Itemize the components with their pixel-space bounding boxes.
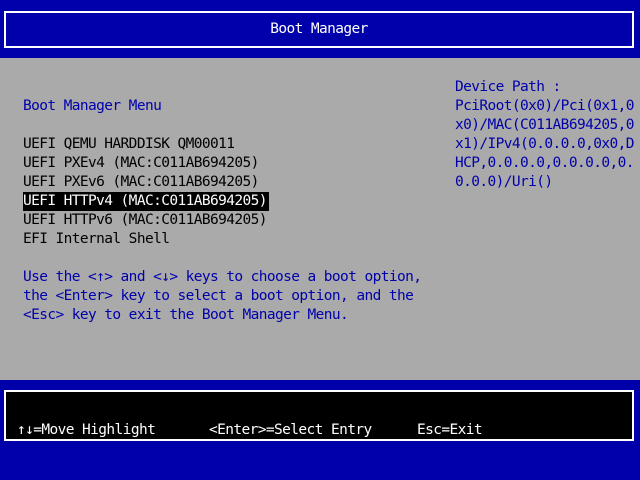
footer-move-hint: ↑↓=Move Highlight (17, 422, 156, 438)
page-title: Boot Manager (270, 21, 368, 37)
footer-select-hint: <Enter>=Select Entry (209, 422, 372, 438)
device-path-line-3: x1)/IPv4(0.0.0.0,0x0,D (455, 136, 634, 152)
boot-option-httpv6[interactable]: UEFI HTTPv6 (MAC:C011AB694205) (23, 211, 269, 230)
boot-option-efi-shell[interactable]: EFI Internal Shell (23, 230, 171, 249)
device-path-label: Device Path : (455, 79, 561, 95)
help-text-line-3: <Esc> key to exit the Boot Manager Menu. (23, 307, 349, 323)
boot-option-httpv4[interactable]: UEFI HTTPv4 (MAC:C011AB694205) (23, 192, 269, 211)
help-text-line-1: Use the <↑> and <↓> keys to choose a boo… (23, 269, 422, 285)
footer-exit-hint: Esc=Exit (417, 422, 483, 438)
device-path-line-1: PciRoot(0x0)/Pci(0x1,0 (455, 98, 634, 114)
boot-option-harddisk[interactable]: UEFI QEMU HARDDISK QM00011 (23, 135, 236, 154)
boot-option-pxev4[interactable]: UEFI PXEv4 (MAC:C011AB694205) (23, 154, 261, 173)
device-path-line-5: 0.0.0)/Uri() (455, 174, 553, 190)
device-path-line-4: HCP,0.0.0.0,0.0.0.0,0. (455, 155, 634, 171)
header-bar: Boot Manager (4, 11, 634, 48)
menu-title: Boot Manager Menu (23, 98, 162, 114)
main-panel: Boot Manager Menu UEFI QEMU HARDDISK QM0… (0, 58, 640, 380)
device-path-line-2: x0)/MAC(C011AB694205,0 (455, 117, 634, 133)
boot-option-pxev6[interactable]: UEFI PXEv6 (MAC:C011AB694205) (23, 173, 261, 192)
footer-bar: ↑↓=Move Highlight <Enter>=Select Entry E… (4, 390, 634, 441)
help-text-line-2: the <Enter> key to select a boot option,… (23, 288, 414, 304)
